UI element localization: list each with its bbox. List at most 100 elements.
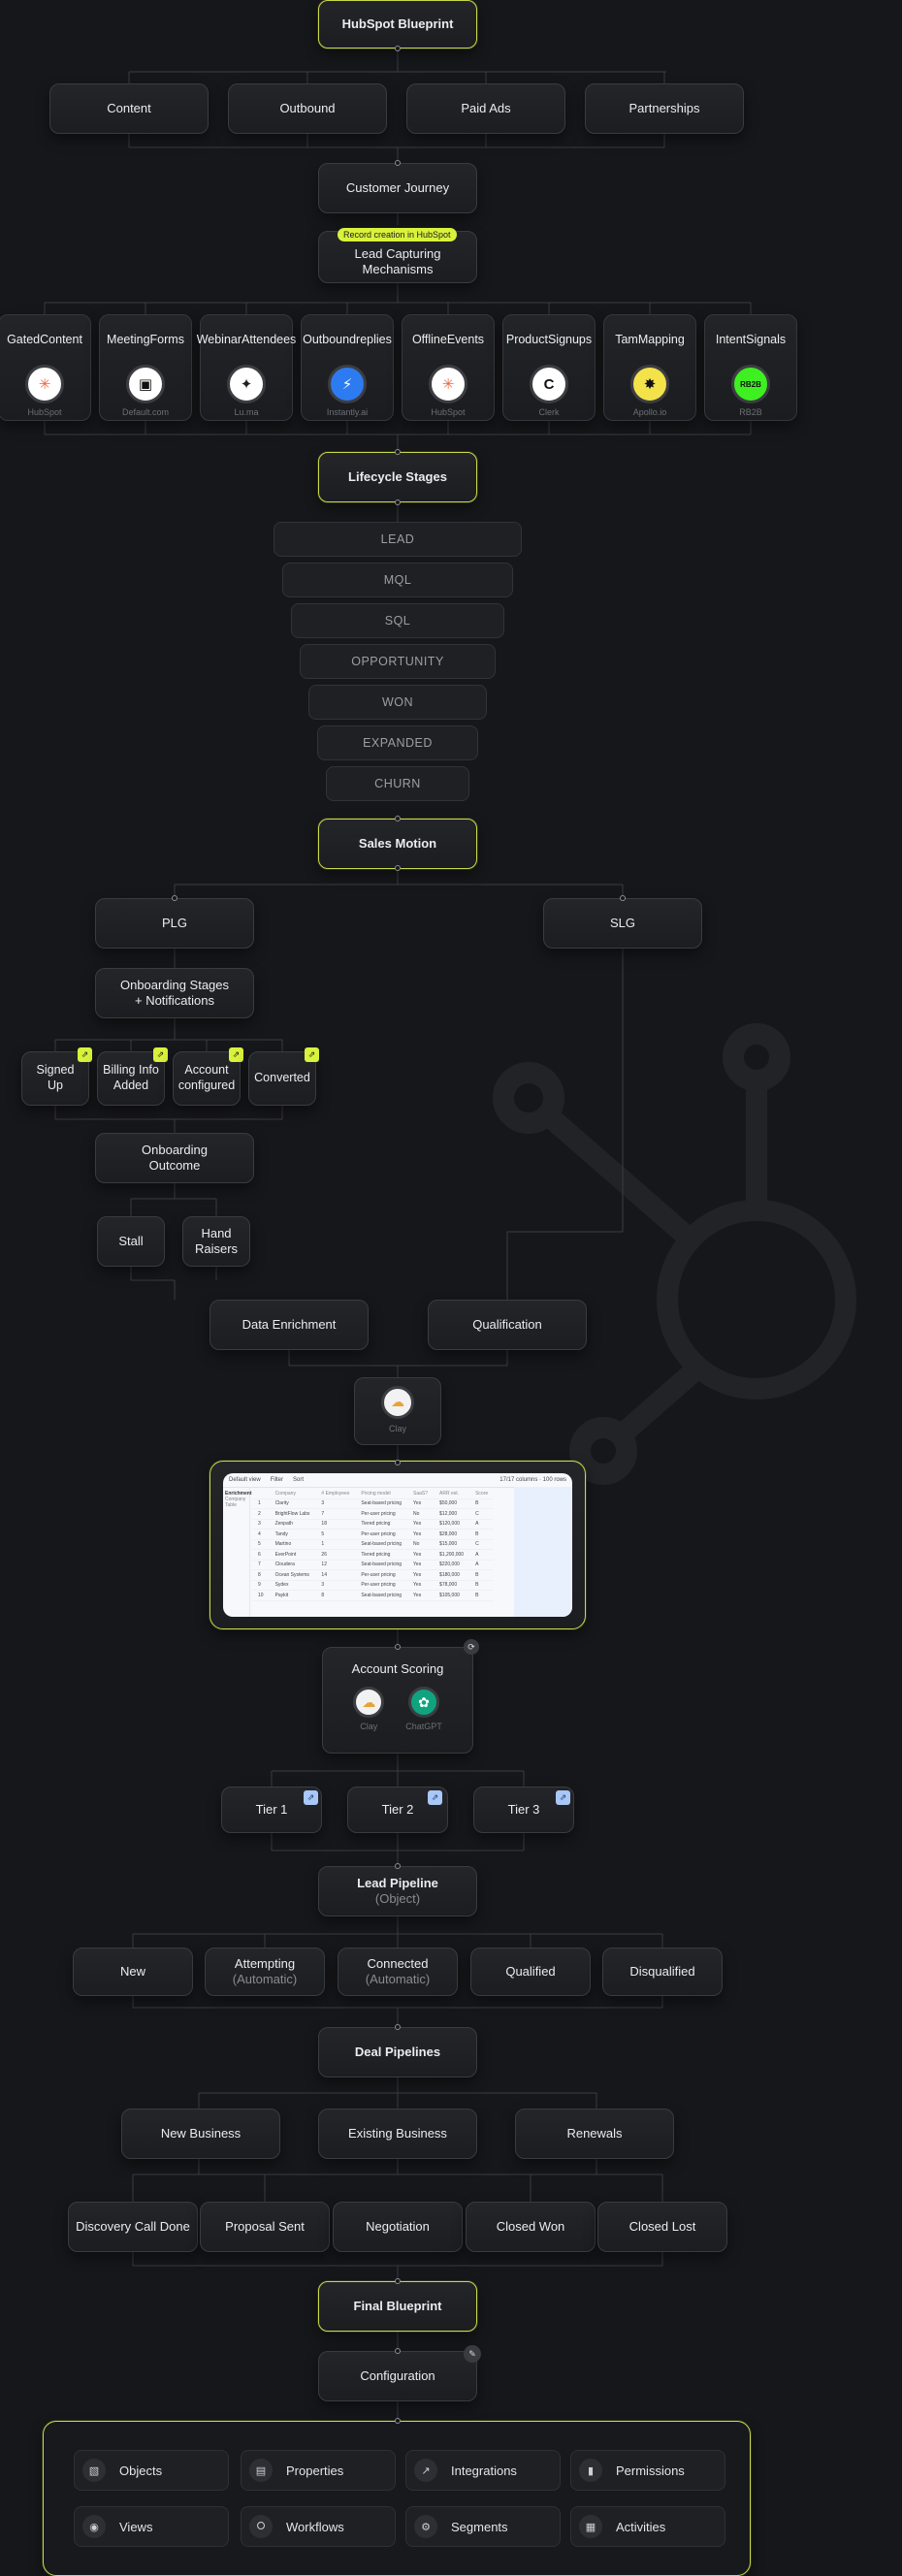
deal-type-node[interactable]: New Business xyxy=(121,2109,280,2159)
source-card[interactable]: Intent Signals RB2B RB2B xyxy=(704,314,797,421)
source-card[interactable]: Gated Content ✳ HubSpot xyxy=(0,314,91,421)
deal-type-node[interactable]: Renewals xyxy=(515,2109,674,2159)
table-cell: A xyxy=(469,1519,495,1530)
configuration-node[interactable]: Configuration xyxy=(318,2351,477,2401)
deal-stage-node[interactable]: Proposal Sent xyxy=(200,2202,330,2252)
tier-label: Tier 2 xyxy=(381,1801,414,1817)
sheet-column-header[interactable]: # Employees xyxy=(315,1489,356,1499)
source-card[interactable]: Webinar Attendees ✦ Lu.ma xyxy=(197,314,296,421)
plg-node[interactable]: PLG xyxy=(95,898,254,949)
channel-partnerships-node[interactable]: Partnerships xyxy=(585,83,744,134)
data-enrichment-node[interactable]: Data Enrichment xyxy=(209,1300,369,1350)
deal-stage-node[interactable]: Negotiation xyxy=(333,2202,463,2252)
onboarding-step-label: Billing Info xyxy=(103,1063,159,1078)
table-row[interactable]: 10 Paykit 8 Seat-based pricing Yes $105,000 B xyxy=(252,1590,495,1601)
outcome-stall-node[interactable]: Stall xyxy=(97,1216,165,1267)
onboarding-outcome-node[interactable]: Onboarding Outcome xyxy=(95,1133,254,1183)
sheet-filter[interactable]: Filter xyxy=(271,1477,283,1483)
notification-tag-icon: ⇗ xyxy=(305,1047,319,1062)
qualification-node[interactable]: Qualification xyxy=(428,1300,587,1350)
table-cell: 26 xyxy=(315,1549,356,1561)
lead-stage-sub: (Automatic) xyxy=(365,1972,431,1986)
table-row[interactable]: 6 EverPoint 26 Tiered pricing Yes $1,200,000 A xyxy=(252,1549,495,1561)
source-card[interactable]: Tam Mapping ✸ Apollo.io xyxy=(603,314,696,421)
lead-pipeline-node[interactable]: Lead Pipeline (Object) xyxy=(318,1866,477,1916)
onboarding-step-label: Added xyxy=(113,1079,149,1092)
lead-stage-node[interactable]: New xyxy=(73,1948,193,1996)
slg-node[interactable]: SLG xyxy=(543,898,702,949)
account-scoring-node[interactable]: Account Scoring ☁ Clay ✿ ChatGPT xyxy=(322,1647,473,1754)
onboarding-label-2: + Notifications xyxy=(134,993,214,1008)
channel-label: Content xyxy=(107,100,151,115)
deal-stage-node[interactable]: Discovery Call Done xyxy=(68,2202,198,2252)
sheet-view[interactable]: Default view xyxy=(229,1477,261,1483)
table-row[interactable]: 5 Martino 1 Seat-based pricing No $15,000 C xyxy=(252,1539,495,1550)
channel-paid-ads-node[interactable]: Paid Ads xyxy=(406,83,565,134)
customer-journey-node[interactable]: Customer Journey xyxy=(318,163,477,213)
lifecycle-stage[interactable]: LEAD xyxy=(274,522,522,557)
config-item-integrations[interactable]: ↗ Integrations xyxy=(405,2450,561,2491)
sheet-sort[interactable]: Sort xyxy=(293,1477,304,1483)
table-row[interactable]: 8 Ocean Systems 14 Per-user pricing Yes $180,… xyxy=(252,1569,495,1581)
source-card[interactable]: Outbound replies ⚡ Instantly.ai xyxy=(301,314,394,421)
config-item-permissions[interactable]: ▮ Permissions xyxy=(570,2450,725,2491)
source-title-line: Offline xyxy=(411,332,447,346)
lifecycle-stages-node[interactable]: Lifecycle Stages xyxy=(318,452,477,502)
clay-node[interactable]: ☁ Clay xyxy=(354,1377,441,1445)
lead-stage-label: Qualified xyxy=(505,1963,556,1979)
deal-pipelines-node[interactable]: Deal Pipelines xyxy=(318,2027,477,2077)
config-item-segments[interactable]: ⚙ Segments xyxy=(405,2506,561,2547)
connector-dot xyxy=(395,1863,401,1869)
channel-content-node[interactable]: Content xyxy=(49,83,209,134)
hubspot-icon: ✳ xyxy=(429,365,467,403)
lead-stage-node[interactable]: Disqualified xyxy=(602,1948,723,1996)
table-cell: 5 xyxy=(315,1529,356,1540)
onboarding-stages-node[interactable]: Onboarding Stages + Notifications xyxy=(95,968,254,1018)
config-item-views[interactable]: ◉ Views xyxy=(74,2506,229,2547)
lifecycle-stage[interactable]: EXPANDED xyxy=(317,725,478,760)
sheet-column-header[interactable]: Company xyxy=(269,1489,316,1499)
config-item-objects[interactable]: ▧ Objects xyxy=(74,2450,229,2491)
deal-stage-node[interactable]: Closed Won xyxy=(466,2202,596,2252)
connector-dot xyxy=(395,2348,401,2354)
outcome-hand-raisers-node[interactable]: Hand Raisers xyxy=(182,1216,250,1267)
table-row[interactable]: 7 Cloudera 12 Seat-based pricing Yes $220,000… xyxy=(252,1560,495,1570)
sales-motion-node[interactable]: Sales Motion xyxy=(318,819,477,869)
sheet-side-item[interactable]: Company Table xyxy=(225,1497,247,1508)
customer-journey-label: Customer Journey xyxy=(345,179,450,195)
sheet-count: 17/17 columns · 100 rows xyxy=(499,1477,566,1483)
activities-icon: ▦ xyxy=(579,2515,602,2538)
table-row[interactable]: 3 Zenpath 18 Tiered pricing Yes $120,000 A xyxy=(252,1519,495,1530)
lead-stage-node[interactable]: Connected (Automatic) xyxy=(338,1948,458,1996)
table-row[interactable]: 9 Sydex 3 Per-user pricing Yes $78,000 B xyxy=(252,1580,495,1591)
lifecycle-stage[interactable]: MQL xyxy=(282,563,513,597)
blueprint-title-node[interactable]: HubSpot Blueprint xyxy=(318,0,477,48)
table-row[interactable]: 4 Tandy 5 Per-user pricing Yes $28,000 B xyxy=(252,1529,495,1540)
source-card[interactable]: Offline Events ✳ HubSpot xyxy=(402,314,495,421)
deal-stage-node[interactable]: Closed Lost xyxy=(597,2202,727,2252)
config-item-activities[interactable]: ▦ Activities xyxy=(570,2506,725,2547)
source-tool-caption: Default.com xyxy=(121,407,170,417)
source-card[interactable]: Product Signups C Clerk xyxy=(502,314,596,421)
channel-outbound-node[interactable]: Outbound xyxy=(228,83,387,134)
lifecycle-stage[interactable]: SQL xyxy=(291,603,504,638)
config-item-properties[interactable]: ▤ Properties xyxy=(241,2450,396,2491)
lifecycle-stage[interactable]: OPPORTUNITY xyxy=(300,644,496,679)
sheet-column-header[interactable]: ARR est. xyxy=(434,1489,470,1499)
lifecycle-stage[interactable]: WON xyxy=(308,685,487,720)
lifecycle-stage[interactable]: CHURN xyxy=(326,766,469,801)
lead-stage-node[interactable]: Qualified xyxy=(470,1948,591,1996)
sheet-sidebar: Enrichment Company Table xyxy=(223,1487,252,1617)
sheet-column-header[interactable]: Score xyxy=(469,1489,495,1499)
lead-stage-node[interactable]: Attempting (Automatic) xyxy=(205,1948,325,1996)
deal-type-node[interactable]: Existing Business xyxy=(318,2109,477,2159)
source-card[interactable]: Meeting Forms ▣ Default.com xyxy=(99,314,192,421)
sheet-column-header[interactable]: Pricing model xyxy=(355,1489,408,1499)
table-row[interactable]: 1 Clarity 3 Seat-based pricing Yes $50,000 B xyxy=(252,1498,495,1509)
table-row[interactable]: 2 BrightFlow Labs 7 Per-user pricing No $12,0… xyxy=(252,1508,495,1520)
config-item-workflows[interactable]: ⭘ Workflows xyxy=(241,2506,396,2547)
sheet-row-index: 5 xyxy=(252,1539,270,1550)
connector-dot xyxy=(395,1644,401,1650)
final-blueprint-node[interactable]: Final Blueprint xyxy=(318,2281,477,2332)
sheet-column-header[interactable]: SaaS? xyxy=(407,1489,435,1499)
